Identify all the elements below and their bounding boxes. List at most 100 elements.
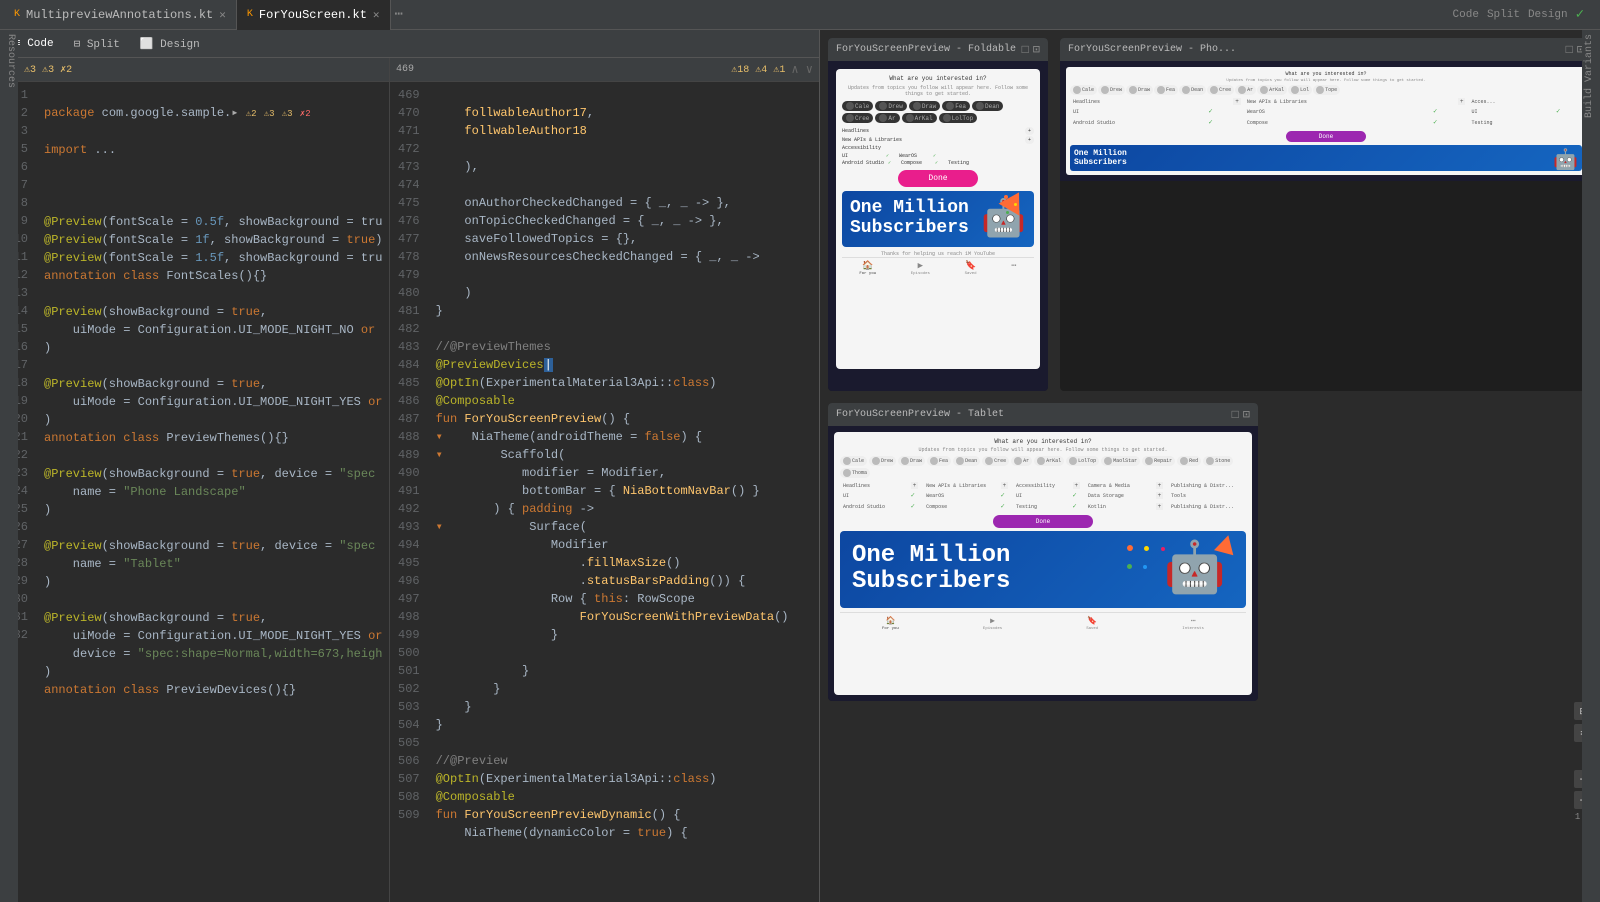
phone-icon-btn-1[interactable]: □ — [1566, 43, 1573, 57]
tablet-content: What are you interested in? Updates from… — [834, 432, 1252, 695]
foldable-million-banner: One Million Subscribers 🤖 — [842, 191, 1034, 247]
foldable-onboarding-title: What are you interested in? — [842, 75, 1034, 82]
right-code-panel: 469 ⚠18 ⚠4 ⚠1 ∧ ∨ 469470471472473 474475… — [390, 58, 819, 902]
phone-done-area: Done — [1070, 131, 1582, 142]
tablet-nav-interests[interactable]: ⋯ Interests — [1182, 616, 1204, 631]
phone-filter-table: Headlines+New APIs & Libraries+Acces... … — [1070, 97, 1582, 128]
foldable-icon-btn-1[interactable]: □ — [1022, 43, 1029, 57]
preview-foldable-title: ForYouScreenPreview - Foldable — [836, 44, 1016, 55]
tablet-chip-12: Red — [1177, 456, 1201, 466]
tab-bar: K MultipreviewAnnotations.kt ✕ K ForYouS… — [0, 0, 1600, 30]
tablet-chip-7: Ar — [1011, 456, 1032, 466]
right-code-range: 469 — [396, 64, 414, 75]
toolbar-code-btn-right[interactable]: Code — [1453, 9, 1479, 21]
foldable-mascot: 🤖 — [981, 191, 1026, 247]
preview-phone-title: ForYouScreenPreview - Pho... — [1068, 44, 1236, 55]
preview-phone-header: ForYouScreenPreview - Pho... □ ⊡ — [1060, 38, 1592, 61]
topic-chip-9[interactable]: LolTop — [939, 113, 978, 123]
topic-chip-5[interactable]: Dean — [972, 101, 1003, 111]
filter-checks: UI ✓ WearOS ✓ Android Studio ✓ Compose ✓ — [842, 153, 1034, 166]
tablet-topics: Cale Drew Draw Fea Dean Cree Ar ArKal Lo… — [840, 456, 1246, 478]
preview-tablet-card: ForYouScreenPreview - Tablet □ ⊡ What ar… — [828, 403, 1258, 701]
foldable-nav-episodes[interactable]: ▶ Episodes — [911, 261, 930, 276]
toolbar-design-btn-right[interactable]: Design — [1528, 9, 1568, 21]
kotlin-icon-2: K — [247, 9, 253, 20]
preview-top-row: ForYouScreenPreview - Foldable □ ⊡ What … — [828, 38, 1592, 391]
left-code-panel: ⚠2 ⚠3 ⚠3 ✗2 1235 678910 1112131415 16171… — [0, 58, 390, 902]
preview-tablet-icons[interactable]: □ ⊡ — [1232, 407, 1250, 422]
phone-done-btn[interactable]: Done — [1286, 131, 1366, 142]
foldable-subtitle: Updates from topics you follow will appe… — [842, 85, 1034, 97]
phone-chip-7: Ar — [1235, 85, 1256, 95]
topic-chip-8[interactable]: ArKal — [902, 113, 937, 123]
phone-chip-2: Drew — [1098, 85, 1125, 95]
tablet-nav-foryou[interactable]: 🏠 For you — [882, 616, 899, 631]
phone-chip-4: Fea — [1154, 85, 1178, 95]
scroll-arrows[interactable]: ∧ ∨ — [791, 62, 813, 77]
topic-chip-1[interactable]: Cale — [842, 101, 873, 111]
left-side-panel: Resources — [0, 30, 18, 902]
preview-foldable-card: ForYouScreenPreview - Foldable □ ⊡ What … — [828, 38, 1048, 391]
right-panel: ForYouScreenPreview - Foldable □ ⊡ What … — [820, 30, 1600, 902]
phone-chip-10: Tope — [1313, 85, 1340, 95]
left-panel: ≡ Code ⊟ Split ⬜ Design ⚠2 ⚠3 ⚠3 ✗2 1235… — [0, 30, 820, 902]
topic-chip-4[interactable]: Fea — [942, 101, 970, 111]
tablet-filter-table: Headlines+ New APIs & Libraries+ Accessi… — [840, 481, 1246, 512]
right-warning-count: ⚠18 ⚠4 ⚠1 — [731, 64, 785, 76]
hat-decoration — [1216, 535, 1236, 553]
tab-close-btn[interactable]: ✕ — [219, 8, 226, 22]
toolbar-split-btn[interactable]: ⊟ Split — [68, 35, 126, 53]
toolbar-design-btn[interactable]: ⬜ Design — [134, 35, 206, 53]
foldable-nav-more[interactable]: ⋯ — [1011, 261, 1016, 276]
preview-tablet-header: ForYouScreenPreview - Tablet □ ⊡ — [828, 403, 1258, 426]
tablet-chip-9: LolTop — [1066, 456, 1099, 466]
phone-topics: Cale Drew Draw Fea Dean Cree Ar ArKal Lo… — [1070, 85, 1582, 95]
tablet-screen: What are you interested in? Updates from… — [828, 426, 1258, 701]
tablet-chip-6: Cree — [982, 456, 1009, 466]
foldable-done-btn[interactable]: Done — [898, 170, 978, 187]
build-variants-label: Build Variants — [1582, 30, 1600, 122]
preview-foldable-icons[interactable]: □ ⊡ — [1022, 42, 1040, 57]
preview-phone-card: ForYouScreenPreview - Pho... □ ⊡ What ar… — [1060, 38, 1592, 391]
tablet-chip-3: Draw — [898, 456, 925, 466]
topic-chip-6[interactable]: Cree — [842, 113, 873, 123]
tablet-done-btn[interactable]: Done — [993, 515, 1093, 528]
topic-chip-2[interactable]: Drew — [875, 101, 906, 111]
foldable-topics: Cale Drew Draw Fea Dean Cree Ar ArKal Lo… — [842, 101, 1034, 123]
right-code-body[interactable]: 469470471472473 474475476477478 47948048… — [390, 82, 819, 902]
tab-close-btn-2[interactable]: ✕ — [373, 8, 380, 22]
preview-area[interactable]: ForYouScreenPreview - Foldable □ ⊡ What … — [820, 30, 1600, 902]
tablet-icon-btn-2[interactable]: ⊡ — [1243, 407, 1250, 422]
tablet-chip-14: Thoma — [840, 468, 870, 478]
tablet-chip-10: MaolStar — [1101, 456, 1140, 466]
toolbar-split-btn-right[interactable]: Split — [1487, 9, 1520, 21]
tablet-chip-2: Drew — [869, 456, 896, 466]
resources-label: Resources — [0, 30, 18, 92]
tab-label: MultipreviewAnnotations.kt — [26, 8, 213, 22]
foldable-nav-saved[interactable]: 🔖 Saved — [965, 261, 977, 276]
tablet-icon-btn-1[interactable]: □ — [1232, 408, 1239, 422]
tablet-nav-saved[interactable]: 🔖 Saved — [1086, 616, 1098, 631]
phone-chip-6: Cree — [1207, 85, 1234, 95]
phone-screen: What are you interested in? Updates from… — [1060, 61, 1592, 181]
tab-multipreview[interactable]: K MultipreviewAnnotations.kt ✕ — [4, 0, 237, 30]
phone-million-subtitle: Subscribers — [1074, 158, 1578, 167]
phone-million-banner: One Million Subscribers 🤖 — [1070, 145, 1582, 171]
phone-million-title: One Million — [1074, 149, 1578, 158]
topic-chip-3[interactable]: Draw — [909, 101, 940, 111]
code-split: ⚠2 ⚠3 ⚠3 ✗2 1235 678910 1112131415 16171… — [0, 58, 819, 902]
tablet-nav-episodes[interactable]: ▶ Episodes — [983, 616, 1002, 631]
foldable-screen: What are you interested in? Updates from… — [828, 61, 1048, 391]
left-code-body[interactable]: 1235 678910 1112131415 1617181920 212223… — [0, 82, 389, 902]
topic-chip-7[interactable]: Ar — [875, 113, 899, 123]
tablet-million-banner: One Million Subscribers 🤖 — [840, 531, 1246, 608]
tab-more-btn[interactable]: ⋯ — [395, 6, 403, 23]
foldable-nav-foryou[interactable]: 🏠 For you — [859, 261, 876, 276]
kotlin-icon: K — [14, 9, 20, 20]
tab-foryouscreen[interactable]: K ForYouScreen.kt ✕ — [237, 0, 391, 30]
foldable-icon-btn-2[interactable]: ⊡ — [1033, 42, 1040, 57]
phone-chip-1: Cale — [1070, 85, 1097, 95]
main-split: ≡ Code ⊟ Split ⬜ Design ⚠2 ⚠3 ⚠3 ✗2 1235… — [0, 30, 1600, 902]
filter-headlines: Headlines + New APIs & Libraries + Acces… — [842, 127, 1034, 151]
tablet-onboarding-title: What are you interested in? — [840, 438, 1246, 445]
